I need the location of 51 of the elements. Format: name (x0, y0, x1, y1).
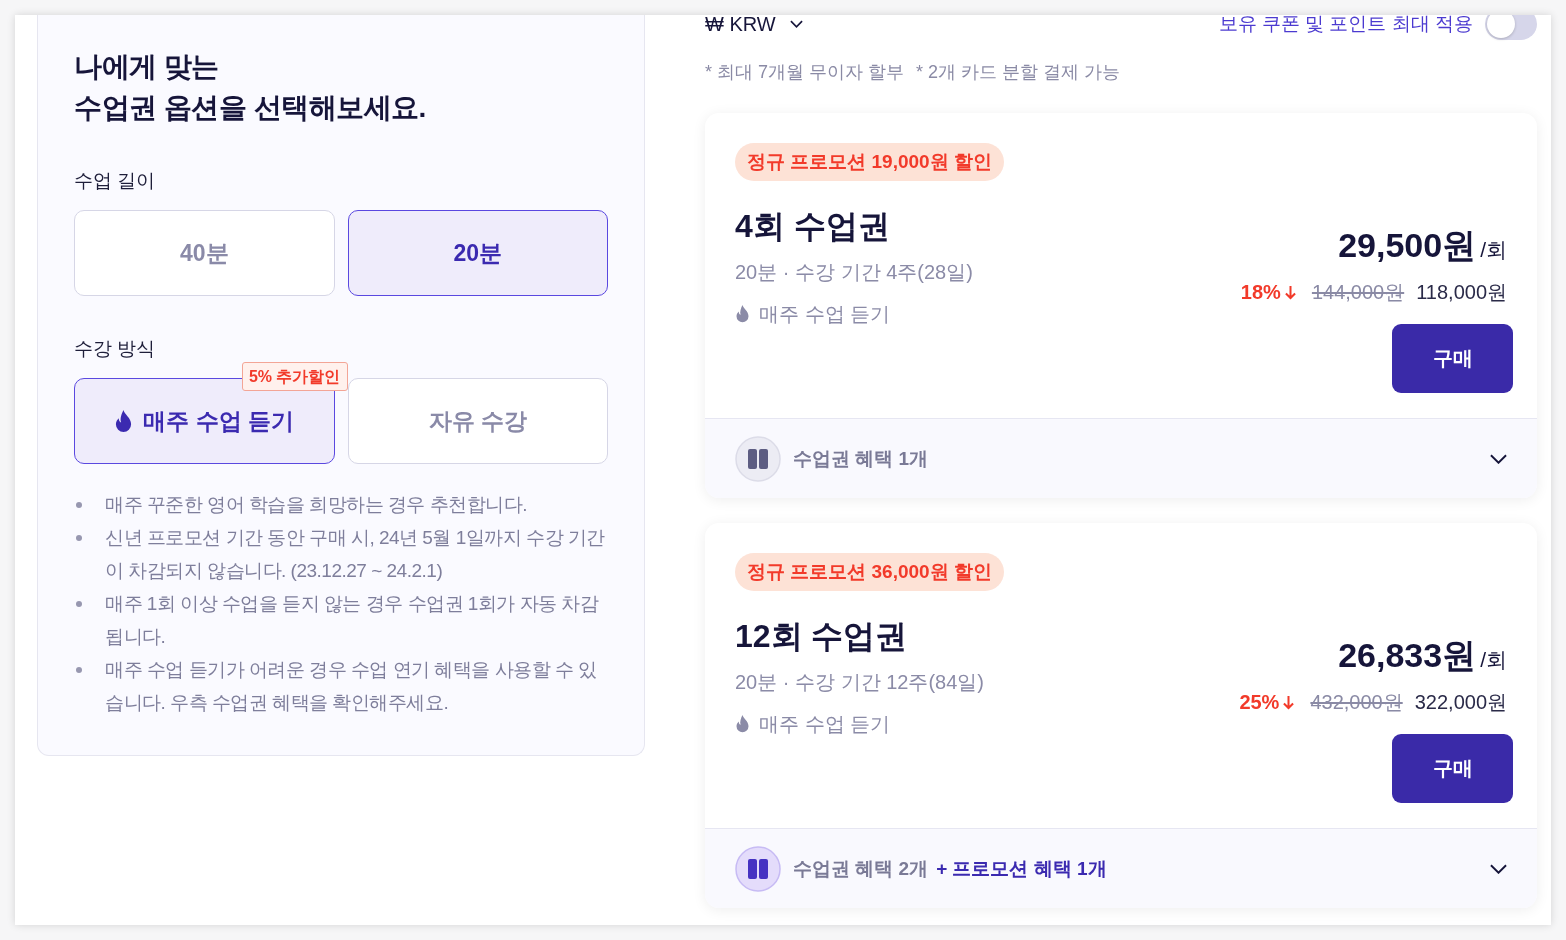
price-unit: /회 (1480, 237, 1507, 263)
benefits-bar[interactable]: 수업권 혜택 2개 + 프로모션 혜택 1개 (705, 828, 1537, 908)
plan-title: 12회 수업권 (735, 618, 909, 654)
currency-dropdown[interactable]: ₩ KRW (705, 15, 803, 36)
bullet-icon (76, 502, 82, 508)
note-text: 매주 꾸준한 영어 학습을 희망하는 경우 추천합니다. (105, 493, 527, 517)
promo-tag: 정규 프로모션 19,000원 할인 (735, 143, 1004, 181)
bullet-icon (76, 535, 82, 541)
chevron-down-icon (789, 20, 803, 28)
plan-mode: 매주 수업 듣기 (759, 712, 891, 737)
unit-price: 26,833원 (1338, 635, 1477, 675)
unit-price: 29,500원 (1338, 225, 1477, 265)
chevron-down-icon (1490, 453, 1507, 464)
arrow-down-icon (1284, 284, 1296, 300)
plan-details: 20분 · 수강 기간 4주(28일) (735, 260, 973, 285)
bullet-icon (76, 667, 82, 673)
plan-title: 4회 수업권 (735, 208, 891, 244)
payment-note: * 2개 카드 분할 결제 가능 (916, 61, 1121, 84)
option-button[interactable]: 20분 (347, 210, 608, 296)
note-text: 신년 프로모션 기간 동안 구매 시, 24년 5월 1일까지 수강 기간이 차감되지 않습니다. (23.12.27 ~ 24.2.1) (105, 526, 606, 583)
total-price: 118,000원 (1416, 279, 1507, 305)
flame-icon (114, 409, 134, 433)
payment-note: * 최대 7개월 무이자 할부 (705, 61, 905, 84)
benefits-bar[interactable]: 수업권 혜택 1개 (705, 418, 1537, 498)
price-unit: /회 (1480, 647, 1507, 673)
plan-mode: 매주 수업 듣기 (759, 302, 891, 327)
promo-tag: 정규 프로모션 36,000원 할인 (735, 553, 1004, 591)
promo-benefits-label: + 프로모션 혜택 1개 (936, 856, 1107, 881)
total-price: 322,000원 (1414, 689, 1507, 715)
bullet-icon (76, 601, 82, 607)
original-price: 144,000원 (1311, 279, 1405, 305)
arrow-down-icon (1283, 694, 1295, 710)
flame-icon (735, 715, 750, 733)
original-price: 432,000원 (1310, 689, 1403, 715)
flame-icon (735, 305, 750, 323)
discount-badge: 5% 추가할인 (241, 362, 348, 391)
group-label: 수업 길이 (74, 169, 157, 193)
note-text: 매주 수업 듣기가 어려운 경우 수업 연기 혜택을 사용할 수 있습니다. 우측 수업권 혜택을 확인해주세요. (105, 658, 598, 715)
benefits-label: 수업권 혜택 2개 (793, 856, 929, 881)
benefits-label: 수업권 혜택 1개 (793, 446, 929, 471)
group-label: 수강 방식 (74, 337, 157, 361)
note-text: 매주 1회 이상 수업을 듣지 않는 경우 수업권 1회가 자동 차감됩니다. (105, 592, 600, 649)
toggle-switch[interactable] (1485, 15, 1537, 40)
panel-title: 나에게 맞는 수업권 옵션을 선택해보세요. (74, 50, 427, 125)
plan-details: 20분 · 수강 기간 12주(84일) (735, 670, 984, 695)
discount-rate: 25% (1239, 690, 1280, 714)
chevron-down-icon (1490, 863, 1507, 874)
toggle-label: 보유 쿠폰 및 포인트 최대 적용 (1218, 15, 1473, 36)
buy-button[interactable]: 구매 (1392, 324, 1513, 393)
buy-button[interactable]: 구매 (1392, 734, 1513, 803)
discount-rate: 18% (1240, 280, 1281, 304)
